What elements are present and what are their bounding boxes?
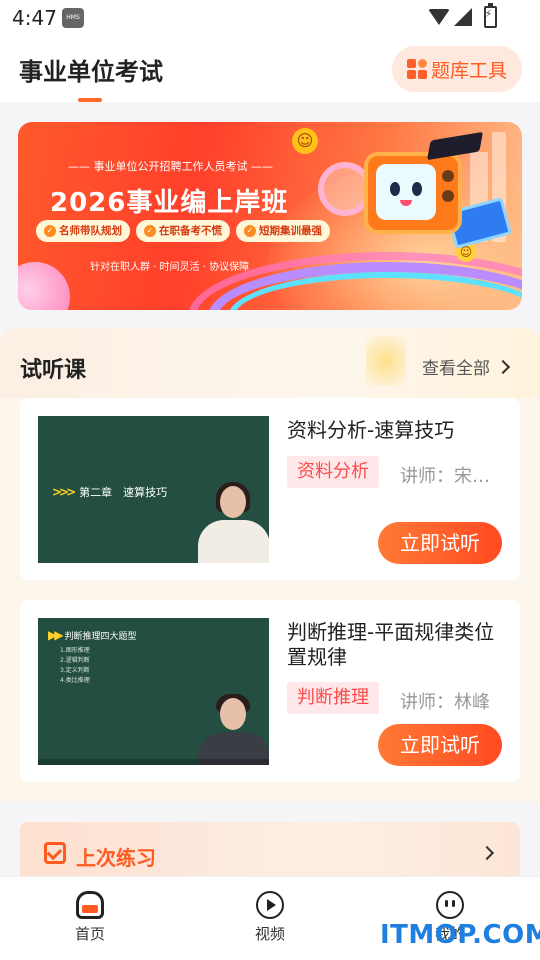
sparkle-decoration xyxy=(366,336,406,386)
section-title: 试听课 xyxy=(20,358,87,383)
hms-badge-icon: HMS xyxy=(62,8,84,28)
ball-decoration xyxy=(18,262,70,310)
subject-tag: 判断推理 xyxy=(287,682,379,714)
nav-label: 首页 xyxy=(74,925,105,943)
thumbnail-heading: ▶▶ 判断推理四大题型 xyxy=(48,628,137,642)
banner-tags: ✓ 名师带队规划 ✓ 在职备考不慌 ✓ 短期集训最强 xyxy=(36,220,330,244)
check-icon: ✓ xyxy=(244,225,256,237)
tool-button-label: 题库工具 xyxy=(430,59,507,82)
title-active-indicator xyxy=(78,98,102,102)
question-bank-tools-button[interactable]: 题库工具 xyxy=(392,46,522,92)
trial-lessons-section: 试听课 查看全部 >>> 第二章 速算技巧 资料分析-速算技巧 资料分析 讲师：… xyxy=(0,328,540,802)
course-thumbnail[interactable]: ▶▶ 判断推理四大题型 1.图形推理 2.逻辑判断 3.定义判断 4.类比推理 xyxy=(38,618,269,765)
grid-icon xyxy=(406,59,427,79)
course-card[interactable]: >>> 第二章 速算技巧 资料分析-速算技巧 资料分析 讲师：宋明... 立即试… xyxy=(20,398,520,580)
smiley-icon: ☺ xyxy=(292,128,318,154)
banner-tag: ✓ 名师带队规划 xyxy=(36,220,130,242)
video-progress-bar xyxy=(38,759,269,765)
me-icon xyxy=(436,891,464,919)
nav-item-home[interactable]: 首页 xyxy=(50,891,130,944)
chevron-right-icon xyxy=(495,359,511,374)
lecturer-image xyxy=(198,482,269,563)
signal-icon xyxy=(454,8,472,26)
teacher-name: 讲师：宋明... xyxy=(400,466,504,487)
listen-now-button[interactable]: 立即试听 xyxy=(378,724,502,766)
page-title[interactable]: 事业单位考试 xyxy=(19,52,163,87)
course-thumbnail[interactable]: >>> 第二章 速算技巧 xyxy=(38,416,269,563)
nav-item-video[interactable]: 视频 xyxy=(230,891,310,944)
status-bar: 4:47 HMS xyxy=(0,0,540,36)
banner-footer: 针对在职人群 · 时间灵活 · 协议保障 xyxy=(90,262,250,273)
view-all-label: 查看全部 xyxy=(422,359,490,379)
lecturer-image xyxy=(198,694,269,765)
play-arrows-icon: ▶▶ xyxy=(48,628,64,642)
thumbnail-heading: >>> 第二章 速算技巧 xyxy=(52,485,168,499)
chevron-right-icon xyxy=(479,845,495,861)
last-practice-card[interactable]: 上次练习 xyxy=(20,822,520,884)
battery-icon xyxy=(484,3,497,28)
wifi-icon xyxy=(428,9,450,25)
status-time: 4:47 xyxy=(12,6,57,30)
home-icon xyxy=(76,891,104,919)
view-all-link[interactable]: 查看全部 xyxy=(422,354,511,379)
subject-tag: 资料分析 xyxy=(287,456,379,488)
banner-tag: ✓ 短期集训最强 xyxy=(236,220,330,242)
banner-tag: ✓ 在职备考不慌 xyxy=(136,220,230,242)
check-icon: ✓ xyxy=(44,225,56,237)
watermark: ITMOP.COM xyxy=(380,920,540,950)
check-icon: ✓ xyxy=(144,225,156,237)
listen-now-button[interactable]: 立即试听 xyxy=(378,522,502,564)
arrows-icon: >>> xyxy=(52,485,76,499)
banner-subtitle: —— 事业单位公开招聘工作人员考试 —— xyxy=(68,160,273,173)
course-card[interactable]: ▶▶ 判断推理四大题型 1.图形推理 2.逻辑判断 3.定义判断 4.类比推理 … xyxy=(20,600,520,782)
thumbnail-list: 1.图形推理 2.逻辑判断 3.定义判断 4.类比推理 xyxy=(60,647,90,684)
promo-banner[interactable]: ☺ ☺ —— 事业单位公开招聘工作人员考试 —— 2026事业编上岸班 ✓ 名师带… xyxy=(18,122,522,310)
nav-label: 视频 xyxy=(254,925,285,943)
banner-title: 2026事业编上岸班 xyxy=(50,188,289,218)
course-title[interactable]: 判断推理-平面规律类位置规律 xyxy=(287,620,509,670)
play-icon xyxy=(256,891,284,919)
tv-mascot-icon xyxy=(364,152,462,234)
last-practice-title: 上次练习 xyxy=(76,846,156,870)
practice-check-icon xyxy=(44,842,66,864)
teacher-name: 讲师：林峰 xyxy=(400,692,490,713)
course-title[interactable]: 资料分析-速算技巧 xyxy=(287,418,509,443)
app-header: 事业单位考试 题库工具 xyxy=(0,36,540,102)
